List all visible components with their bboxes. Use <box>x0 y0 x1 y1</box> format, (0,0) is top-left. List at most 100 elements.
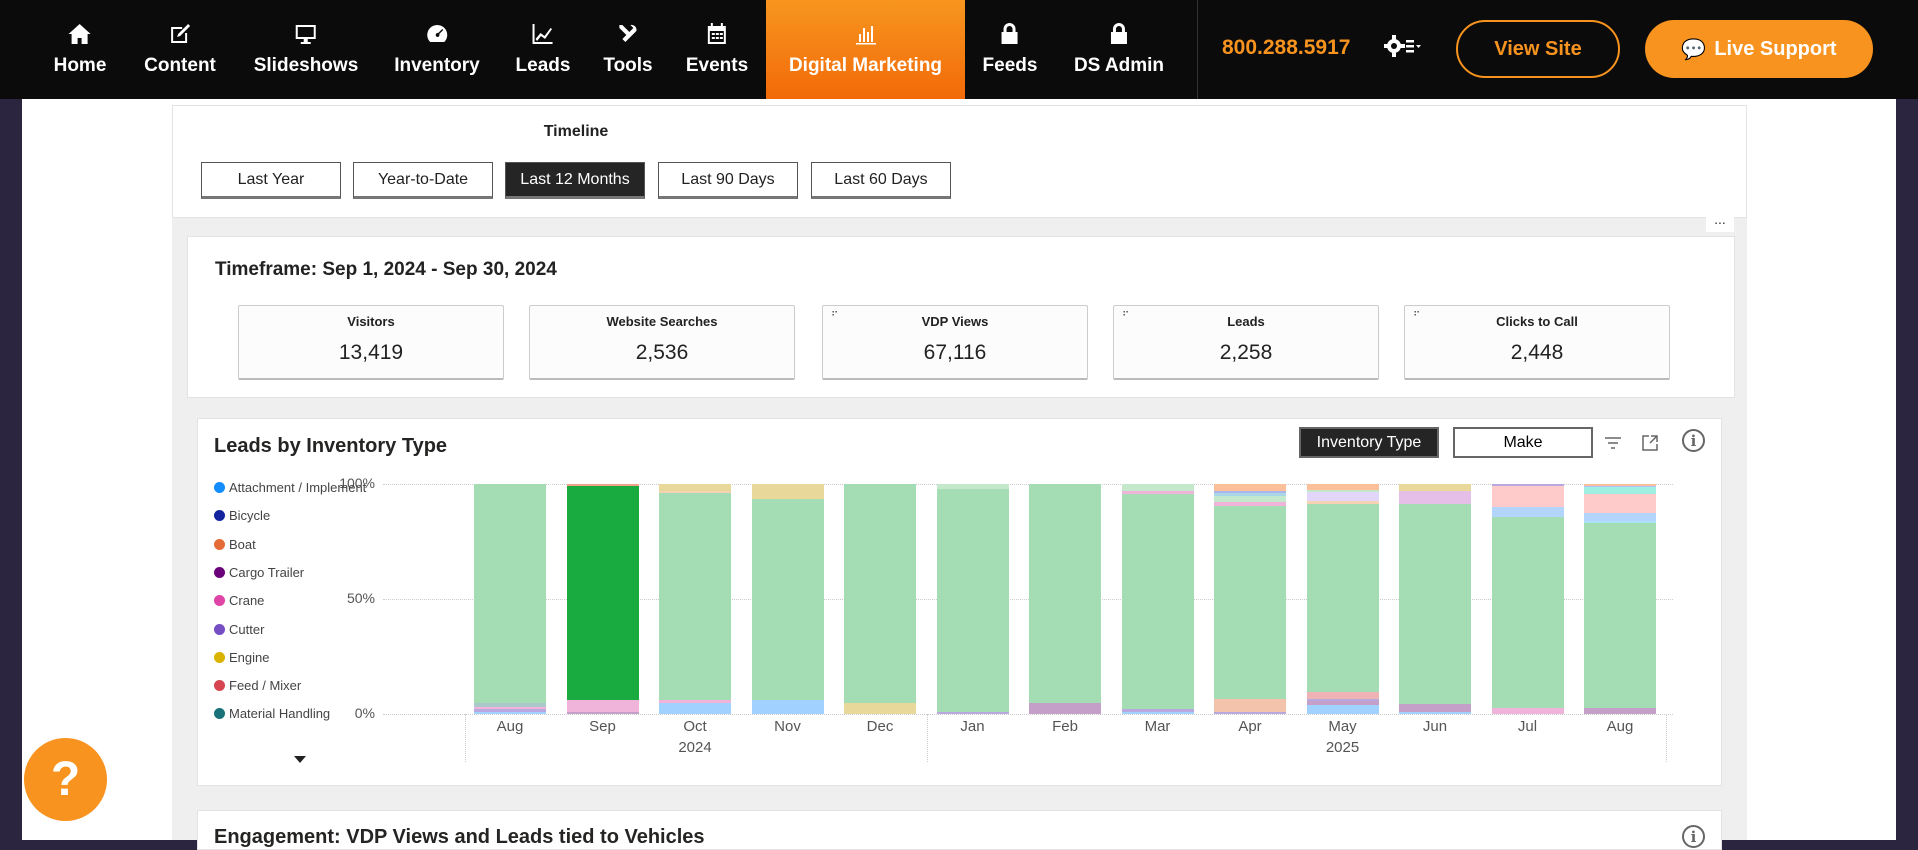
timeline-last-12-months-button[interactable]: Last 12 Months <box>505 162 645 199</box>
bar-segment[interactable] <box>1399 711 1471 714</box>
chat-icon: 💬 <box>1681 38 1707 61</box>
bar-segment[interactable] <box>1399 484 1471 491</box>
bar-segment[interactable] <box>1214 484 1286 491</box>
bar-jan[interactable] <box>936 484 1009 714</box>
bar-segment[interactable] <box>1306 492 1379 502</box>
nav-item-tools[interactable]: Tools <box>603 0 653 99</box>
bar-segment[interactable] <box>936 711 1009 714</box>
nav-item-slideshows[interactable]: Slideshows <box>254 0 358 99</box>
engagement-info-icon[interactable]: i <box>1682 825 1705 848</box>
timeline-last-60-days-button[interactable]: Last 60 Days <box>811 162 951 199</box>
kpi-tile: Website Searches 2,536 <box>529 305 795 380</box>
bar-dec[interactable] <box>844 484 916 714</box>
bar-segment[interactable] <box>1121 484 1194 491</box>
bar-segment[interactable] <box>936 488 1009 712</box>
bar-feb[interactable] <box>1029 484 1101 714</box>
x-tick-label: Feb <box>1052 718 1078 735</box>
legend-item[interactable]: Feed / Mixer <box>214 678 301 693</box>
bar-segment[interactable] <box>844 702 916 714</box>
bar-segment[interactable] <box>659 493 731 701</box>
bar-nov[interactable] <box>751 484 824 714</box>
legend-scroll-down-icon[interactable] <box>294 756 306 763</box>
nav-item-home[interactable]: Home <box>54 0 106 99</box>
bar-segment[interactable] <box>1121 494 1194 710</box>
bar-oct[interactable] <box>659 484 731 714</box>
legend-item[interactable]: Boat <box>214 537 256 552</box>
nav-item-label: DS Admin <box>1073 55 1165 76</box>
view-site-button[interactable]: View Site <box>1456 20 1620 78</box>
legend-dot <box>214 482 225 493</box>
legend-item[interactable]: Cargo Trailer <box>214 565 304 580</box>
settings-menu-icon[interactable] <box>1383 34 1428 62</box>
nav-item-digital-marketing[interactable]: Digital Marketing <box>766 0 965 99</box>
filter-icon[interactable] <box>1604 435 1622 451</box>
bar-segment[interactable] <box>659 702 731 714</box>
bar-aug[interactable] <box>474 484 546 714</box>
bar-segment[interactable] <box>1214 711 1286 714</box>
bar-segment[interactable] <box>1584 523 1656 709</box>
nav-item-feeds[interactable]: Feeds <box>983 0 1037 99</box>
bar-segment[interactable] <box>844 484 916 703</box>
nav-item-ds-admin[interactable]: DS Admin <box>1074 0 1164 99</box>
nav-item-leads[interactable]: Leads <box>516 0 570 99</box>
bar-sep[interactable] <box>566 484 639 714</box>
kpi-label: Leads <box>1227 314 1265 329</box>
bar-segment[interactable] <box>659 484 731 491</box>
more-options-button[interactable]: ... <box>1706 212 1734 232</box>
bar-segment[interactable] <box>1399 703 1471 712</box>
make-toggle[interactable]: Make <box>1453 427 1593 458</box>
bar-segment[interactable] <box>751 700 824 714</box>
bar-segment[interactable] <box>566 486 639 701</box>
bar-segment[interactable] <box>1584 512 1656 521</box>
bar-segment[interactable] <box>1584 487 1656 495</box>
bar-segment[interactable] <box>1214 495 1286 503</box>
legend-item[interactable]: Cutter <box>214 622 264 637</box>
legend-item[interactable]: Engine <box>214 650 269 665</box>
nav-item-events[interactable]: Events <box>686 0 748 99</box>
bar-segment[interactable] <box>566 700 639 712</box>
bar-segment[interactable] <box>751 498 824 701</box>
bar-segment[interactable] <box>1491 708 1564 714</box>
bar-apr[interactable] <box>1214 484 1286 714</box>
bar-segment[interactable] <box>1029 702 1101 714</box>
timeline-last-90-days-button[interactable]: Last 90 Days <box>658 162 798 199</box>
phone-number[interactable]: 800.288.5917 <box>1222 36 1350 60</box>
bar-segment[interactable] <box>1029 484 1101 703</box>
inventory-type-toggle[interactable]: Inventory Type <box>1299 427 1439 458</box>
bar-segment[interactable] <box>474 484 546 703</box>
bar-segment[interactable] <box>566 711 639 714</box>
legend-item[interactable]: Material Handling <box>214 706 330 721</box>
help-button[interactable]: ? <box>24 738 107 821</box>
bar-segment[interactable] <box>1306 692 1379 700</box>
bar-segment[interactable] <box>1399 490 1471 504</box>
bar-may[interactable] <box>1306 484 1379 714</box>
bar-jun[interactable] <box>1399 484 1471 714</box>
bar-segment[interactable] <box>1584 708 1656 714</box>
bar-jul[interactable] <box>1491 484 1564 714</box>
bar-segment[interactable] <box>1491 486 1564 508</box>
bar-segment[interactable] <box>1491 517 1564 709</box>
timeline-last-year-button[interactable]: Last Year <box>201 162 341 199</box>
nav-item-content[interactable]: Content <box>144 0 216 99</box>
bar-segment[interactable] <box>1399 503 1471 704</box>
live-support-button[interactable]: 💬 Live Support <box>1645 20 1873 78</box>
legend-item[interactable]: Crane <box>214 593 264 608</box>
timeline-ytd-button[interactable]: Year-to-Date <box>353 162 493 199</box>
focus-mode-icon[interactable] <box>1641 434 1659 452</box>
bar-segment[interactable] <box>474 711 546 714</box>
bar-segment[interactable] <box>1214 699 1286 712</box>
bar-segment[interactable] <box>1491 507 1564 518</box>
bar-mar[interactable] <box>1121 484 1194 714</box>
bar-segment[interactable] <box>1121 711 1194 714</box>
bar-segment[interactable] <box>1214 505 1286 700</box>
bar-segment[interactable] <box>1584 494 1656 513</box>
x-tick-label: Jul <box>1517 718 1538 735</box>
info-icon[interactable]: i <box>1682 429 1705 452</box>
bar-aug[interactable] <box>1584 484 1656 714</box>
legend-label: Feed / Mixer <box>229 678 302 694</box>
bar-segment[interactable] <box>751 484 824 499</box>
bar-segment[interactable] <box>1306 503 1379 693</box>
nav-item-inventory[interactable]: Inventory <box>394 0 480 99</box>
legend-item[interactable]: Bicycle <box>214 508 270 523</box>
bar-segment[interactable] <box>1306 704 1379 714</box>
